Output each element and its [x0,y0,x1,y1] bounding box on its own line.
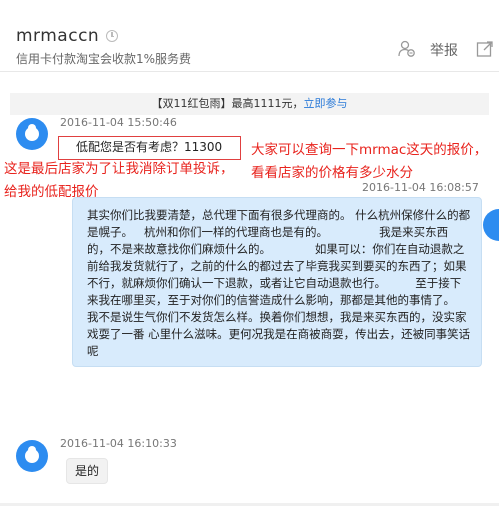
report-button[interactable]: 举报 [430,40,458,60]
shop-avatar[interactable] [16,118,48,150]
user-avatar[interactable] [483,209,499,241]
message-timestamp: 2016-11-04 16:08:57 [362,181,479,194]
price-quote-message: 低配您是否有考虑？11300 [58,136,241,160]
shop-message: 是的 [66,458,108,484]
shop-title: mrmaccn [16,26,100,46]
promo-text: 【双11红包雨】最高1111元， [151,97,304,110]
chat-header: mrmaccn 信用卡付款淘宝会收款1%服务费 举报 [0,0,499,72]
report-icon[interactable] [398,40,416,58]
promo-banner: 【双11红包雨】最高1111元，立即参与 [10,93,489,115]
message-timestamp: 2016-11-04 15:50:46 [60,116,177,129]
promo-link[interactable]: 立即参与 [304,97,348,110]
title-row: mrmaccn [16,26,119,46]
message-timestamp: 2016-11-04 16:10:33 [60,437,177,450]
annotation-right: 大家可以查询一下mrmac这天的报价，看看店家的价格有多少水分 [251,142,488,181]
clock-icon[interactable] [106,30,119,42]
shop-avatar[interactable] [16,440,48,472]
user-message: 其实你们比我要清楚，总代理下面有很多代理商的。 什么杭州保修什么的都是幌子。 杭… [72,197,482,367]
share-icon[interactable] [476,40,494,58]
shop-subtitle: 信用卡付款淘宝会收款1%服务费 [16,52,192,66]
